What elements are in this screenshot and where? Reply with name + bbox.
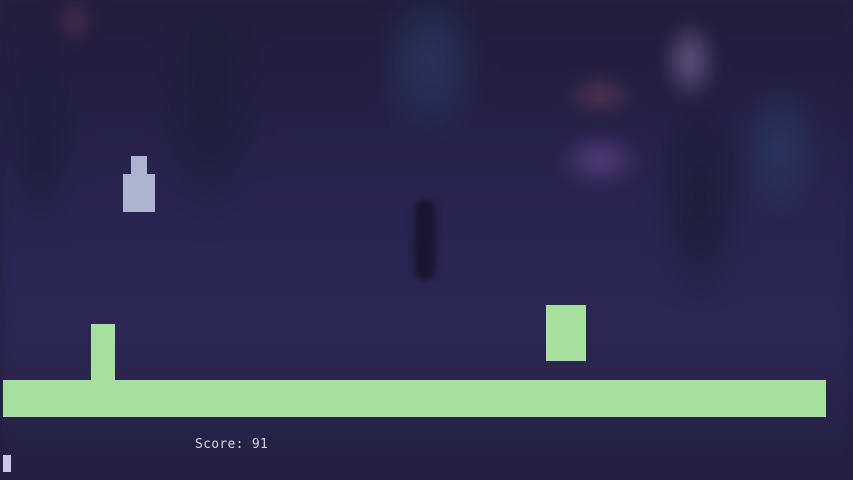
score-display: Score: 91 [195,437,268,452]
player-head [131,156,147,174]
game-canvas[interactable]: Score: 91 [0,0,853,480]
ground-platform [3,380,826,417]
floating-block [546,305,586,361]
background-silhouette [414,200,436,280]
score-value: 91 [251,437,269,452]
text-cursor [3,455,11,472]
score-label: Score: [195,437,244,452]
player-body [123,174,155,212]
obstacle-pillar [91,324,115,381]
player-character [123,156,155,212]
